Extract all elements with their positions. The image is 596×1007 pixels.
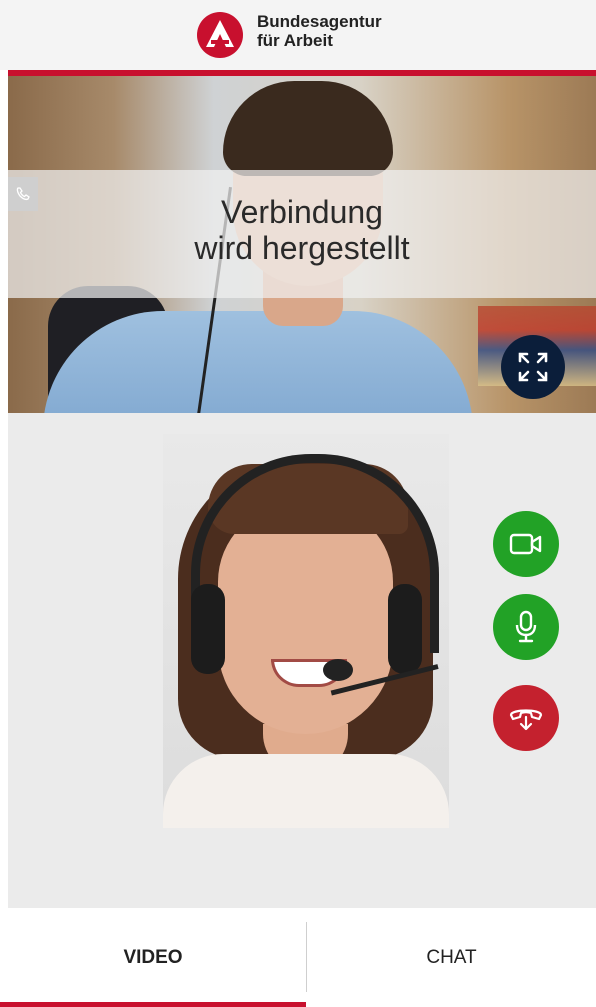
active-tab-indicator [0,1002,306,1007]
local-video-area [8,413,596,908]
brand-name: Bundesagentur für Arbeit [257,12,382,50]
headset-right-cup [388,584,422,674]
phone-tab[interactable] [8,177,38,211]
bottom-tab-bar: VIDEO CHAT [0,908,596,1007]
status-line-2: wird hergestellt [194,230,410,266]
microphone-icon [515,610,537,643]
connection-status-overlay: Verbindung wird hergestellt [8,170,596,298]
remote-person-shirt [43,311,473,413]
app-header: Bundesagentur für Arbeit [0,0,596,70]
hang-up-button[interactable] [493,685,559,751]
remote-video: Verbindung wird hergestellt [8,76,596,413]
tab-chat[interactable]: CHAT [307,908,596,1007]
headset-left-cup [191,584,225,674]
local-video [163,434,449,828]
local-person-shirt [163,754,449,828]
connection-status: Verbindung wird hergestellt [8,194,596,266]
status-line-1: Verbindung [221,194,383,230]
camera-toggle-button[interactable] [493,511,559,577]
microphone-toggle-button[interactable] [493,594,559,660]
fullscreen-button[interactable] [501,335,565,399]
expand-icon [518,352,548,382]
ba-logo-icon [197,12,243,58]
remote-person-hair [223,81,393,176]
video-camera-icon [509,533,542,555]
brand-line-2: für Arbeit [257,31,333,50]
hang-up-icon [509,709,543,731]
tab-video[interactable]: VIDEO [0,908,306,1007]
brand-line-1: Bundesagentur [257,12,382,31]
headset-mic [323,659,353,681]
phone-icon [16,187,30,201]
